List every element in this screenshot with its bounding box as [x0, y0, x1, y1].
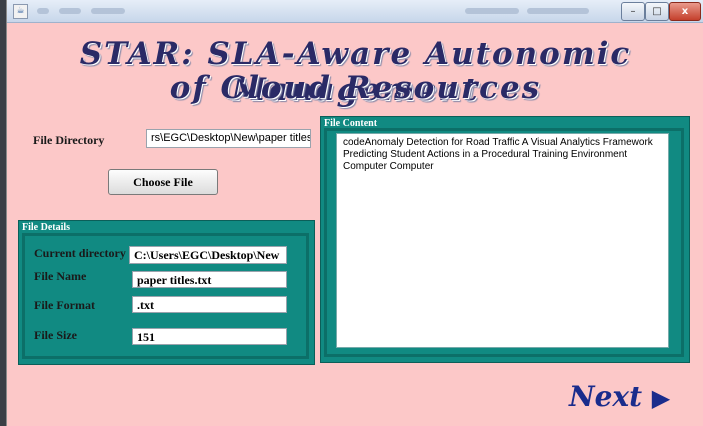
app-window: ☕ – □ x STAR: SLA-Aware Autonomic Manage…	[6, 0, 703, 426]
file-size-field[interactable]: 151	[132, 328, 287, 345]
title-blur	[37, 8, 49, 14]
title-blur	[465, 8, 519, 14]
maximize-button[interactable]: □	[645, 2, 669, 21]
title-blur	[527, 8, 589, 14]
choose-file-button[interactable]: Choose File	[108, 169, 218, 195]
file-size-label: File Size	[34, 328, 77, 342]
file-content-panel: File Content codeAnomaly Detection for R…	[320, 116, 690, 363]
current-directory-field[interactable]: C:\Users\EGC\Desktop\New	[129, 246, 287, 264]
file-name-label: File Name	[34, 269, 87, 283]
title-blur	[91, 8, 125, 14]
file-format-field[interactable]: .txt	[132, 296, 287, 313]
file-directory-field[interactable]: rs\EGC\Desktop\New\paper titles.txt	[146, 129, 311, 148]
next-label: Next	[569, 380, 643, 413]
current-directory-label: Current directory	[34, 246, 126, 260]
file-directory-label: File Directory	[33, 133, 105, 147]
next-button[interactable]: Next ▶	[569, 380, 670, 413]
file-name-field[interactable]: paper titles.txt	[132, 271, 287, 288]
java-app-icon: ☕	[13, 4, 28, 19]
file-format-label: File Format	[34, 298, 95, 312]
file-details-panel: File Details Current directory C:\Users\…	[18, 220, 315, 365]
title-blur	[59, 8, 81, 14]
file-details-title: File Details	[22, 222, 71, 233]
file-content-line: Computer Computer	[343, 161, 434, 172]
file-content-textarea[interactable]: codeAnomaly Detection for Road Traffic A…	[336, 133, 669, 348]
minimize-button[interactable]: –	[621, 2, 645, 21]
close-button[interactable]: x	[669, 2, 701, 21]
next-arrow-icon: ▶	[651, 383, 671, 412]
file-content-line: codeAnomaly Detection for Road Traffic A…	[343, 137, 653, 148]
page-title-line2: of Cloud Resources	[169, 70, 542, 106]
file-content-line: Predicting Student Actions in a Procedur…	[343, 149, 628, 160]
title-bar[interactable]: ☕ – □ x	[7, 0, 703, 23]
